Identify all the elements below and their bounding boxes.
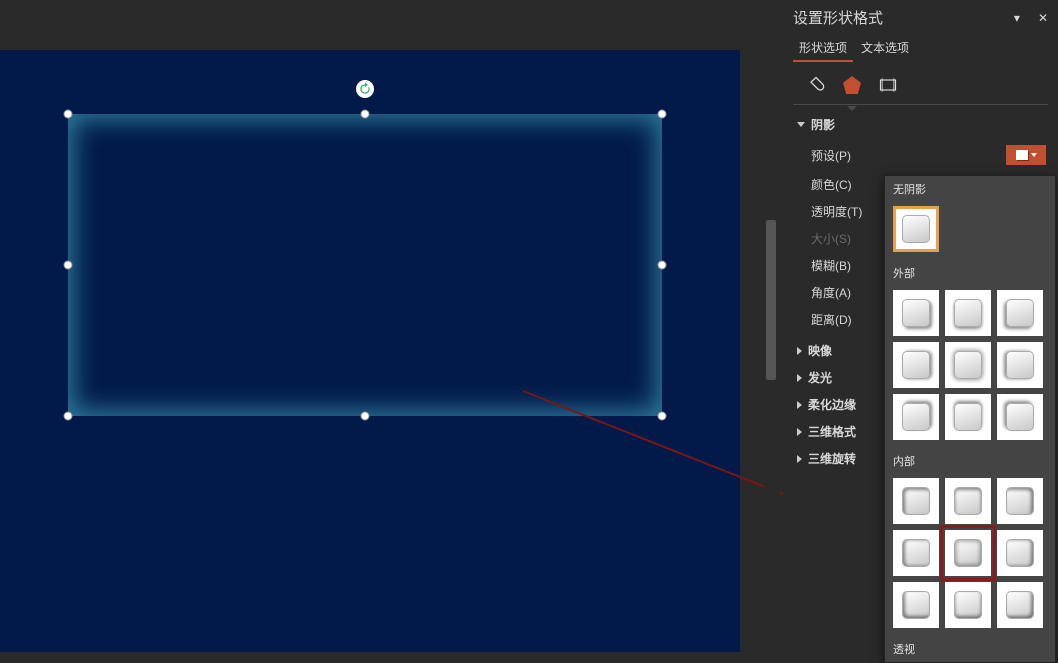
rotate-handle-icon[interactable] bbox=[356, 80, 374, 98]
shadow-preset-button[interactable] bbox=[1006, 145, 1046, 165]
resize-handle-n[interactable] bbox=[361, 110, 370, 119]
resize-handle-nw[interactable] bbox=[64, 110, 73, 119]
preset-no-shadow[interactable] bbox=[893, 206, 939, 252]
transparency-label: 透明度(T) bbox=[811, 203, 862, 220]
preset-outer-9[interactable] bbox=[997, 394, 1043, 440]
resize-handle-se[interactable] bbox=[658, 412, 667, 421]
preset-outer-1[interactable] bbox=[893, 290, 939, 336]
preset-label: 预设(P) bbox=[811, 147, 851, 164]
preset-outer-8[interactable] bbox=[945, 394, 991, 440]
pane-title: 设置形状格式 bbox=[793, 7, 883, 28]
selected-rectangle-shape[interactable] bbox=[68, 114, 662, 416]
effects-category-icon[interactable] bbox=[839, 72, 865, 98]
preset-inner-9[interactable] bbox=[997, 582, 1043, 628]
scrollbar-thumb[interactable] bbox=[766, 220, 776, 380]
blur-label: 模糊(B) bbox=[811, 257, 851, 274]
size-label: 大小(S) bbox=[811, 230, 851, 247]
preset-inner-2[interactable] bbox=[945, 478, 991, 524]
popup-inner-header: 内部 bbox=[885, 448, 1055, 474]
preset-outer-2[interactable] bbox=[945, 290, 991, 336]
resize-handle-s[interactable] bbox=[361, 412, 370, 421]
fill-line-category-icon[interactable] bbox=[803, 72, 829, 98]
resize-handle-ne[interactable] bbox=[658, 110, 667, 119]
preset-inner-4[interactable] bbox=[893, 530, 939, 576]
preset-inner-6[interactable] bbox=[997, 530, 1043, 576]
angle-label: 角度(A) bbox=[811, 284, 851, 301]
preset-inner-3[interactable] bbox=[997, 478, 1043, 524]
color-label: 颜色(C) bbox=[811, 176, 852, 193]
popup-perspective-header: 透视 bbox=[885, 636, 1055, 662]
preset-inner-7[interactable] bbox=[893, 582, 939, 628]
vertical-scrollbar[interactable] bbox=[764, 60, 780, 620]
resize-handle-e[interactable] bbox=[658, 261, 667, 270]
popup-no-shadow-header: 无阴影 bbox=[885, 176, 1055, 202]
preset-inner-1[interactable] bbox=[893, 478, 939, 524]
preset-inner-8[interactable] bbox=[945, 582, 991, 628]
resize-handle-sw[interactable] bbox=[64, 412, 73, 421]
preset-outer-5[interactable] bbox=[945, 342, 991, 388]
preset-outer-7[interactable] bbox=[893, 394, 939, 440]
tab-shape-options[interactable]: 形状选项 bbox=[793, 36, 853, 62]
slide-canvas[interactable] bbox=[0, 50, 740, 652]
preset-outer-3[interactable] bbox=[997, 290, 1043, 336]
shadow-preset-popup: 无阴影 外部 内部 透视 bbox=[884, 175, 1056, 663]
preset-outer-4[interactable] bbox=[893, 342, 939, 388]
section-shadow[interactable]: 阴影 bbox=[793, 111, 1048, 138]
pane-options-dropdown-icon[interactable]: ▾ bbox=[1014, 11, 1020, 25]
preset-outer-6[interactable] bbox=[997, 342, 1043, 388]
pane-close-icon[interactable]: ✕ bbox=[1038, 11, 1048, 25]
tab-text-options[interactable]: 文本选项 bbox=[855, 36, 915, 62]
size-properties-category-icon[interactable] bbox=[875, 72, 901, 98]
preset-inner-center[interactable] bbox=[945, 530, 991, 576]
popup-outer-header: 外部 bbox=[885, 260, 1055, 286]
distance-label: 距离(D) bbox=[811, 311, 852, 328]
resize-handle-w[interactable] bbox=[64, 261, 73, 270]
